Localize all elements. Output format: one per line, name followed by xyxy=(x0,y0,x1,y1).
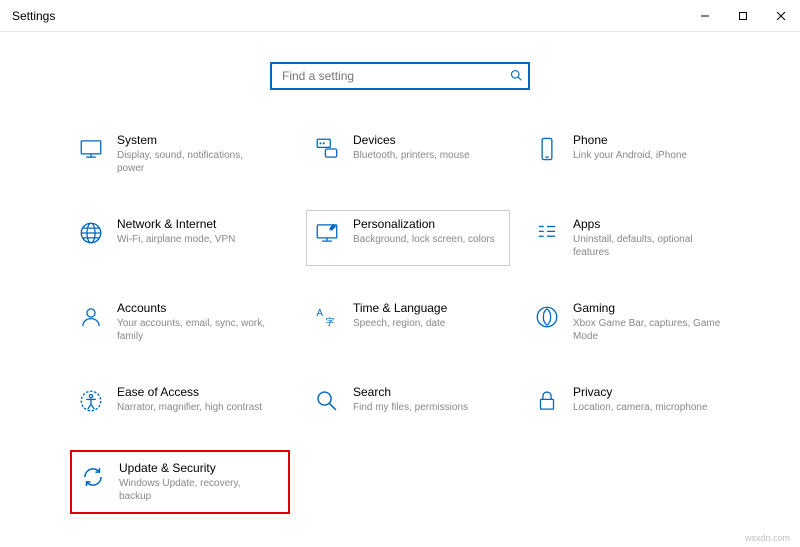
tile-search[interactable]: Search Find my files, permissions xyxy=(306,378,510,422)
phone-icon xyxy=(533,135,561,163)
ease-of-access-icon xyxy=(77,387,105,415)
maximize-button[interactable] xyxy=(724,0,762,31)
close-icon xyxy=(776,11,786,21)
tile-system[interactable]: System Display, sound, notifications, po… xyxy=(70,126,290,182)
tile-title: Phone xyxy=(573,133,687,147)
tile-title: Devices xyxy=(353,133,470,147)
tile-personalization[interactable]: Personalization Background, lock screen,… xyxy=(306,210,510,266)
system-icon xyxy=(77,135,105,163)
tile-title: Search xyxy=(353,385,468,399)
maximize-icon xyxy=(738,11,748,21)
search-wrap xyxy=(60,62,740,90)
tile-phone[interactable]: Phone Link your Android, iPhone xyxy=(526,126,730,182)
search-icon xyxy=(510,69,522,84)
minimize-icon xyxy=(700,11,710,21)
tile-desc: Uninstall, defaults, optional features xyxy=(573,233,723,259)
tile-desc: Location, camera, microphone xyxy=(573,401,708,414)
tile-title: Apps xyxy=(573,217,723,231)
gaming-icon xyxy=(533,303,561,331)
tile-title: Accounts xyxy=(117,301,267,315)
tile-title: Privacy xyxy=(573,385,708,399)
search-box[interactable] xyxy=(270,62,530,90)
close-button[interactable] xyxy=(762,0,800,31)
tile-devices[interactable]: Devices Bluetooth, printers, mouse xyxy=(306,126,510,182)
svg-text:字: 字 xyxy=(325,316,334,327)
search-input[interactable] xyxy=(280,68,510,84)
tile-desc: Windows Update, recovery, backup xyxy=(119,477,269,503)
tile-desc: Wi-Fi, airplane mode, VPN xyxy=(117,233,235,246)
tile-desc: Link your Android, iPhone xyxy=(573,149,687,162)
window-controls xyxy=(686,0,800,31)
tile-title: System xyxy=(117,133,267,147)
minimize-button[interactable] xyxy=(686,0,724,31)
svg-text:A: A xyxy=(316,308,323,319)
tile-desc: Find my files, permissions xyxy=(353,401,468,414)
tile-desc: Your accounts, email, sync, work, family xyxy=(117,317,267,343)
tile-privacy[interactable]: Privacy Location, camera, microphone xyxy=(526,378,730,422)
window-title: Settings xyxy=(12,9,55,23)
content-area: System Display, sound, notifications, po… xyxy=(0,32,800,514)
tile-title: Personalization xyxy=(353,217,495,231)
tile-ease-of-access[interactable]: Ease of Access Narrator, magnifier, high… xyxy=(70,378,290,422)
tile-desc: Narrator, magnifier, high contrast xyxy=(117,401,262,414)
tile-desc: Speech, region, date xyxy=(353,317,447,330)
search-tile-icon xyxy=(313,387,341,415)
time-language-icon: A字 xyxy=(313,303,341,331)
update-security-icon xyxy=(79,463,107,491)
personalization-icon xyxy=(313,219,341,247)
tile-apps[interactable]: Apps Uninstall, defaults, optional featu… xyxy=(526,210,730,266)
tile-accounts[interactable]: Accounts Your accounts, email, sync, wor… xyxy=(70,294,290,350)
accounts-icon xyxy=(77,303,105,331)
tile-title: Time & Language xyxy=(353,301,447,315)
tile-desc: Display, sound, notifications, power xyxy=(117,149,267,175)
tile-desc: Xbox Game Bar, captures, Game Mode xyxy=(573,317,723,343)
title-bar: Settings xyxy=(0,0,800,32)
tile-network[interactable]: Network & Internet Wi-Fi, airplane mode,… xyxy=(70,210,290,266)
tile-title: Ease of Access xyxy=(117,385,262,399)
network-icon xyxy=(77,219,105,247)
devices-icon xyxy=(313,135,341,163)
tile-gaming[interactable]: Gaming Xbox Game Bar, captures, Game Mod… xyxy=(526,294,730,350)
watermark: wsxdn.com xyxy=(745,533,790,543)
settings-grid: System Display, sound, notifications, po… xyxy=(70,126,730,514)
privacy-icon xyxy=(533,387,561,415)
tile-desc: Bluetooth, printers, mouse xyxy=(353,149,470,162)
tile-title: Gaming xyxy=(573,301,723,315)
tile-time-language[interactable]: A字 Time & Language Speech, region, date xyxy=(306,294,510,350)
tile-update-security[interactable]: Update & Security Windows Update, recove… xyxy=(76,456,284,508)
apps-icon xyxy=(533,219,561,247)
tile-desc: Background, lock screen, colors xyxy=(353,233,495,246)
tile-title: Network & Internet xyxy=(117,217,235,231)
tile-title: Update & Security xyxy=(119,461,269,475)
highlight-update-security: Update & Security Windows Update, recove… xyxy=(70,450,290,514)
